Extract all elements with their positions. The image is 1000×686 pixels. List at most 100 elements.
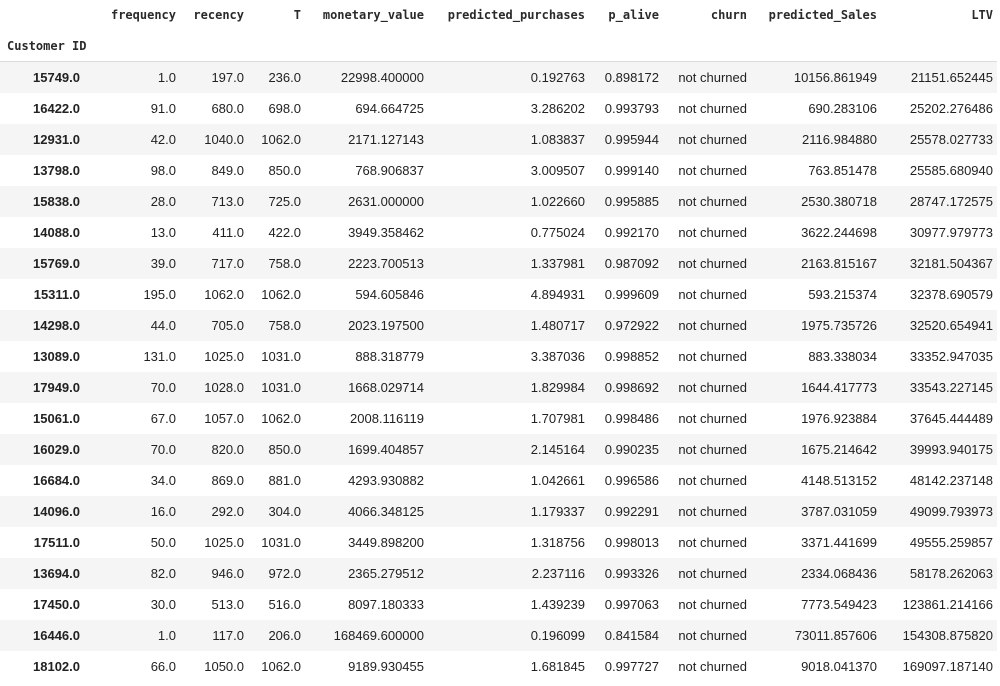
- customer-id: 17450.0: [33, 597, 80, 612]
- table-cell: 2008.116119: [350, 411, 424, 426]
- table-cell: 21151.652445: [910, 70, 993, 85]
- table-cell: 82.0: [150, 566, 176, 581]
- row-index-cell: 16684.0: [0, 465, 80, 496]
- index-row-spacer: [663, 30, 751, 62]
- table-cell: 3.009507: [530, 163, 585, 178]
- table-cell: not churned: [678, 504, 747, 519]
- index-row-spacer: [589, 30, 663, 62]
- row-index-cell: 16422.0: [0, 93, 80, 124]
- table-cell: 1057.0: [204, 411, 244, 426]
- table-cell: 169097.187140: [902, 659, 993, 674]
- table-cell: 0.992291: [604, 504, 659, 519]
- column-header-row: frequency recency Tmonetary_value predicted…: [0, 0, 997, 30]
- table-cell: 70.0: [150, 380, 176, 395]
- table-cell: 292.0: [211, 504, 244, 519]
- customer-id: 16029.0: [33, 442, 80, 457]
- table-cell: 3449.898200: [348, 535, 424, 550]
- table-cell: 2171.127143: [348, 132, 424, 147]
- table-row: 15769.0 39.0 717.0 758.0 2223.700513 1.337981…: [0, 248, 997, 279]
- table-cell: not churned: [678, 380, 747, 395]
- table-cell: 168469.600000: [333, 628, 424, 643]
- table-cell: 2365.279512: [348, 566, 424, 581]
- table-cell: 758.0: [268, 256, 301, 271]
- table-cell: 0.987092: [604, 256, 659, 271]
- table-cell: 25202.276486: [909, 101, 993, 116]
- table-cell: 1062.0: [261, 287, 301, 302]
- column-header: predicted_purchases: [428, 0, 589, 30]
- table-cell: 513.0: [211, 597, 244, 612]
- table-cell: 0.990235: [604, 442, 659, 457]
- table-row: 16684.0 34.0 869.0 881.0 4293.930882 1.042661…: [0, 465, 997, 496]
- table-cell: 763.851478: [808, 163, 877, 178]
- table-cell: 594.605846: [355, 287, 424, 302]
- row-index-cell: 18102.0: [0, 651, 80, 682]
- table-cell: not churned: [678, 318, 747, 333]
- column-header: T: [248, 0, 305, 30]
- table-row: 17450.0 30.0 513.0 516.0 8097.180333 1.439239…: [0, 589, 997, 620]
- column-header: predicted_Sales: [751, 0, 881, 30]
- table-cell: 70.0: [150, 442, 176, 457]
- table-cell: 42.0: [150, 132, 176, 147]
- table-cell: 1.0: [157, 628, 176, 643]
- table-cell: not churned: [678, 628, 747, 643]
- table-cell: 1.022660: [530, 194, 585, 209]
- table-cell: 1.337981: [530, 256, 585, 271]
- index-row-spacer: [428, 30, 589, 62]
- table-cell: 3787.031059: [801, 504, 877, 519]
- row-index-cell: 17450.0: [0, 589, 80, 620]
- row-index-cell: 14088.0: [0, 217, 80, 248]
- table-row: 14298.0 44.0 705.0 758.0 2023.197500 1.480717…: [0, 310, 997, 341]
- table-cell: 1062.0: [204, 287, 244, 302]
- table-cell: 883.338034: [808, 349, 877, 364]
- table-cell: 0.997063: [604, 597, 659, 612]
- table-cell: 972.0: [268, 566, 301, 581]
- table-cell: 44.0: [150, 318, 176, 333]
- table-cell: 1.681845: [530, 659, 585, 674]
- table-cell: not churned: [678, 101, 747, 116]
- table-cell: not churned: [678, 659, 747, 674]
- table-cell: 849.0: [211, 163, 244, 178]
- table-cell: 32520.654941: [909, 318, 993, 333]
- column-header: p_alive: [589, 0, 663, 30]
- customer-id: 13694.0: [33, 566, 80, 581]
- table-row: 14096.0 16.0 292.0 304.0 4066.348125 1.179337…: [0, 496, 997, 527]
- table-cell: 0.841584: [604, 628, 659, 643]
- row-index-cell: 16029.0: [0, 434, 80, 465]
- row-index-cell: 17511.0: [0, 527, 80, 558]
- table-cell: not churned: [678, 597, 747, 612]
- table-cell: 7773.549423: [801, 597, 877, 612]
- table-cell: 1.042661: [530, 473, 585, 488]
- table-cell: 1062.0: [261, 659, 301, 674]
- customer-id: 15061.0: [33, 411, 80, 426]
- table-cell: 91.0: [150, 101, 176, 116]
- table-cell: 3.387036: [530, 349, 585, 364]
- table-cell: 1.0: [157, 70, 176, 85]
- table-cell: 0.196099: [530, 628, 585, 643]
- table-cell: 9189.930455: [348, 659, 424, 674]
- table-row: 15749.0 1.0 197.0 236.0 22998.400000 0.192763…: [0, 61, 997, 93]
- table-cell: not churned: [678, 566, 747, 581]
- header-corner: [0, 0, 80, 30]
- row-index-cell: 13694.0: [0, 558, 80, 589]
- table-cell: 4066.348125: [348, 504, 424, 519]
- table-cell: 593.215374: [808, 287, 877, 302]
- table-cell: 946.0: [211, 566, 244, 581]
- customer-ltv-table: frequency recency Tmonetary_value predicted…: [0, 0, 997, 682]
- table-row: 16446.0 1.0 117.0 206.0 168469.600000 0.19609…: [0, 620, 997, 651]
- table-cell: 881.0: [268, 473, 301, 488]
- table-cell: 123861.214166: [902, 597, 993, 612]
- table-cell: not churned: [678, 225, 747, 240]
- table-cell: 236.0: [268, 70, 301, 85]
- table-cell: 888.318779: [355, 349, 424, 364]
- row-index-cell: 17949.0: [0, 372, 80, 403]
- table-cell: 49555.259857: [909, 535, 993, 550]
- customer-id: 15838.0: [33, 194, 80, 209]
- customer-id: 16684.0: [33, 473, 80, 488]
- table-cell: 1025.0: [204, 349, 244, 364]
- table-cell: 25578.027733: [909, 132, 993, 147]
- table-cell: not churned: [678, 132, 747, 147]
- column-header: recency: [180, 0, 248, 30]
- table-cell: 1031.0: [261, 349, 301, 364]
- row-index-cell: 15838.0: [0, 186, 80, 217]
- table-cell: 705.0: [211, 318, 244, 333]
